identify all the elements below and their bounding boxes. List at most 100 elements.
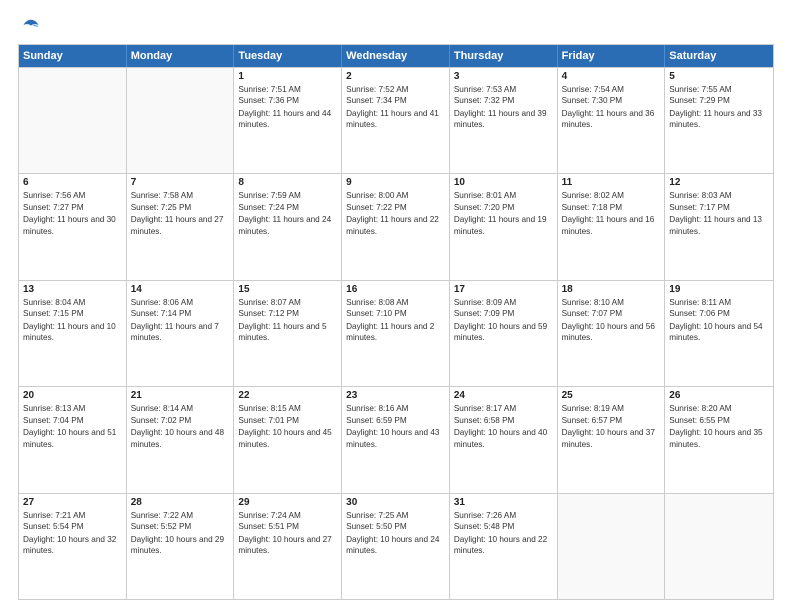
day-number: 30 bbox=[346, 497, 445, 508]
daylight-text: Daylight: 11 hours and 19 minutes. bbox=[454, 214, 553, 237]
sunrise-text: Sunrise: 7:54 AM bbox=[562, 84, 661, 95]
day-number: 24 bbox=[454, 390, 553, 401]
sunrise-text: Sunrise: 8:08 AM bbox=[346, 297, 445, 308]
sunset-text: Sunset: 7:32 PM bbox=[454, 95, 553, 106]
daylight-text: Daylight: 11 hours and 16 minutes. bbox=[562, 214, 661, 237]
day-number: 26 bbox=[669, 390, 769, 401]
calendar-cell: 11Sunrise: 8:02 AMSunset: 7:18 PMDayligh… bbox=[558, 174, 666, 279]
calendar-cell: 15Sunrise: 8:07 AMSunset: 7:12 PMDayligh… bbox=[234, 281, 342, 386]
daylight-text: Daylight: 11 hours and 27 minutes. bbox=[131, 214, 230, 237]
day-number: 28 bbox=[131, 497, 230, 508]
sunset-text: Sunset: 5:51 PM bbox=[238, 521, 337, 532]
calendar-cell: 6Sunrise: 7:56 AMSunset: 7:27 PMDaylight… bbox=[19, 174, 127, 279]
sunset-text: Sunset: 7:27 PM bbox=[23, 202, 122, 213]
daylight-text: Daylight: 10 hours and 35 minutes. bbox=[669, 427, 769, 450]
day-number: 17 bbox=[454, 284, 553, 295]
calendar-cell: 2Sunrise: 7:52 AMSunset: 7:34 PMDaylight… bbox=[342, 68, 450, 173]
day-number: 1 bbox=[238, 71, 337, 82]
sunset-text: Sunset: 7:15 PM bbox=[23, 308, 122, 319]
daylight-text: Daylight: 10 hours and 32 minutes. bbox=[23, 534, 122, 557]
daylight-text: Daylight: 11 hours and 36 minutes. bbox=[562, 108, 661, 131]
calendar-row-1: 1Sunrise: 7:51 AMSunset: 7:36 PMDaylight… bbox=[19, 67, 773, 173]
sunset-text: Sunset: 7:09 PM bbox=[454, 308, 553, 319]
sunrise-text: Sunrise: 7:25 AM bbox=[346, 510, 445, 521]
sunset-text: Sunset: 7:24 PM bbox=[238, 202, 337, 213]
sunset-text: Sunset: 7:14 PM bbox=[131, 308, 230, 319]
daylight-text: Daylight: 11 hours and 33 minutes. bbox=[669, 108, 769, 131]
calendar-cell: 10Sunrise: 8:01 AMSunset: 7:20 PMDayligh… bbox=[450, 174, 558, 279]
sunset-text: Sunset: 6:55 PM bbox=[669, 415, 769, 426]
sunrise-text: Sunrise: 7:55 AM bbox=[669, 84, 769, 95]
sunset-text: Sunset: 7:17 PM bbox=[669, 202, 769, 213]
day-number: 25 bbox=[562, 390, 661, 401]
day-header-wednesday: Wednesday bbox=[342, 45, 450, 67]
logo-text bbox=[18, 16, 42, 34]
calendar-cell: 21Sunrise: 8:14 AMSunset: 7:02 PMDayligh… bbox=[127, 387, 235, 492]
calendar-cell: 17Sunrise: 8:09 AMSunset: 7:09 PMDayligh… bbox=[450, 281, 558, 386]
calendar-cell: 30Sunrise: 7:25 AMSunset: 5:50 PMDayligh… bbox=[342, 494, 450, 599]
calendar-row-3: 13 Sunrise: 8:04 AMSunset: 7:15 PM Dayligh… bbox=[19, 280, 773, 386]
calendar-cell: 3Sunrise: 7:53 AMSunset: 7:32 PMDaylight… bbox=[450, 68, 558, 173]
day-number: 27 bbox=[23, 497, 122, 508]
calendar-cell: 16Sunrise: 8:08 AMSunset: 7:10 PMDayligh… bbox=[342, 281, 450, 386]
day-header-sunday: Sunday bbox=[19, 45, 127, 67]
day-header-friday: Friday bbox=[558, 45, 666, 67]
calendar-cell: 9Sunrise: 8:00 AMSunset: 7:22 PMDaylight… bbox=[342, 174, 450, 279]
sunset-text: Sunset: 7:30 PM bbox=[562, 95, 661, 106]
calendar-cell: 20Sunrise: 8:13 AMSunset: 7:04 PMDayligh… bbox=[19, 387, 127, 492]
day-number: 23 bbox=[346, 390, 445, 401]
sunrise-text: Sunrise: 7:22 AM bbox=[131, 510, 230, 521]
day-number: 3 bbox=[454, 71, 553, 82]
calendar-cell: 18Sunrise: 8:10 AMSunset: 7:07 PMDayligh… bbox=[558, 281, 666, 386]
daylight-text: Daylight: 11 hours and 2 minutes. bbox=[346, 321, 445, 344]
day-number: 6 bbox=[23, 177, 122, 188]
daylight-text: Daylight: 10 hours and 40 minutes. bbox=[454, 427, 553, 450]
calendar-cell: 22Sunrise: 8:15 AMSunset: 7:01 PMDayligh… bbox=[234, 387, 342, 492]
sunrise-text: Sunrise: 8:19 AM bbox=[562, 403, 661, 414]
sunset-text: Sunset: 7:01 PM bbox=[238, 415, 337, 426]
logo-bird-icon bbox=[22, 16, 40, 34]
day-number: 14 bbox=[131, 284, 230, 295]
sunrise-text: Sunrise: 8:11 AM bbox=[669, 297, 769, 308]
day-number: 20 bbox=[23, 390, 122, 401]
sunrise-text: Sunrise: 8:04 AM bbox=[23, 297, 122, 308]
calendar-cell: 19Sunrise: 8:11 AMSunset: 7:06 PMDayligh… bbox=[665, 281, 773, 386]
day-number: 5 bbox=[669, 71, 769, 82]
day-number: 13 bbox=[23, 284, 122, 295]
sunset-text: Sunset: 7:18 PM bbox=[562, 202, 661, 213]
daylight-text: Daylight: 10 hours and 59 minutes. bbox=[454, 321, 553, 344]
sunset-text: Sunset: 7:22 PM bbox=[346, 202, 445, 213]
daylight-text: Daylight: 11 hours and 5 minutes. bbox=[238, 321, 337, 344]
daylight-text: Daylight: 11 hours and 10 minutes. bbox=[23, 321, 122, 344]
daylight-text: Daylight: 10 hours and 56 minutes. bbox=[562, 321, 661, 344]
day-number: 9 bbox=[346, 177, 445, 188]
sunset-text: Sunset: 7:10 PM bbox=[346, 308, 445, 319]
daylight-text: Daylight: 10 hours and 27 minutes. bbox=[238, 534, 337, 557]
daylight-text: Daylight: 10 hours and 51 minutes. bbox=[23, 427, 122, 450]
daylight-text: Daylight: 10 hours and 24 minutes. bbox=[346, 534, 445, 557]
daylight-text: Daylight: 10 hours and 48 minutes. bbox=[131, 427, 230, 450]
daylight-text: Daylight: 10 hours and 29 minutes. bbox=[131, 534, 230, 557]
calendar-cell: 12Sunrise: 8:03 AMSunset: 7:17 PMDayligh… bbox=[665, 174, 773, 279]
sunrise-text: Sunrise: 7:56 AM bbox=[23, 190, 122, 201]
sunset-text: Sunset: 6:58 PM bbox=[454, 415, 553, 426]
daylight-text: Daylight: 10 hours and 43 minutes. bbox=[346, 427, 445, 450]
logo bbox=[18, 16, 42, 34]
calendar-row-4: 20Sunrise: 8:13 AMSunset: 7:04 PMDayligh… bbox=[19, 386, 773, 492]
calendar-cell: 8Sunrise: 7:59 AMSunset: 7:24 PMDaylight… bbox=[234, 174, 342, 279]
daylight-text: Daylight: 11 hours and 24 minutes. bbox=[238, 214, 337, 237]
sunset-text: Sunset: 7:34 PM bbox=[346, 95, 445, 106]
calendar-cell: 5Sunrise: 7:55 AMSunset: 7:29 PMDaylight… bbox=[665, 68, 773, 173]
sunrise-text: Sunrise: 8:10 AM bbox=[562, 297, 661, 308]
daylight-text: Daylight: 10 hours and 54 minutes. bbox=[669, 321, 769, 344]
calendar-cell bbox=[19, 68, 127, 173]
calendar-cell bbox=[558, 494, 666, 599]
sunset-text: Sunset: 6:57 PM bbox=[562, 415, 661, 426]
day-number: 7 bbox=[131, 177, 230, 188]
sunrise-text: Sunrise: 8:07 AM bbox=[238, 297, 337, 308]
day-header-saturday: Saturday bbox=[665, 45, 773, 67]
calendar-cell: 23Sunrise: 8:16 AMSunset: 6:59 PMDayligh… bbox=[342, 387, 450, 492]
calendar-cell: 29Sunrise: 7:24 AMSunset: 5:51 PMDayligh… bbox=[234, 494, 342, 599]
sunrise-text: Sunrise: 8:16 AM bbox=[346, 403, 445, 414]
day-number: 12 bbox=[669, 177, 769, 188]
